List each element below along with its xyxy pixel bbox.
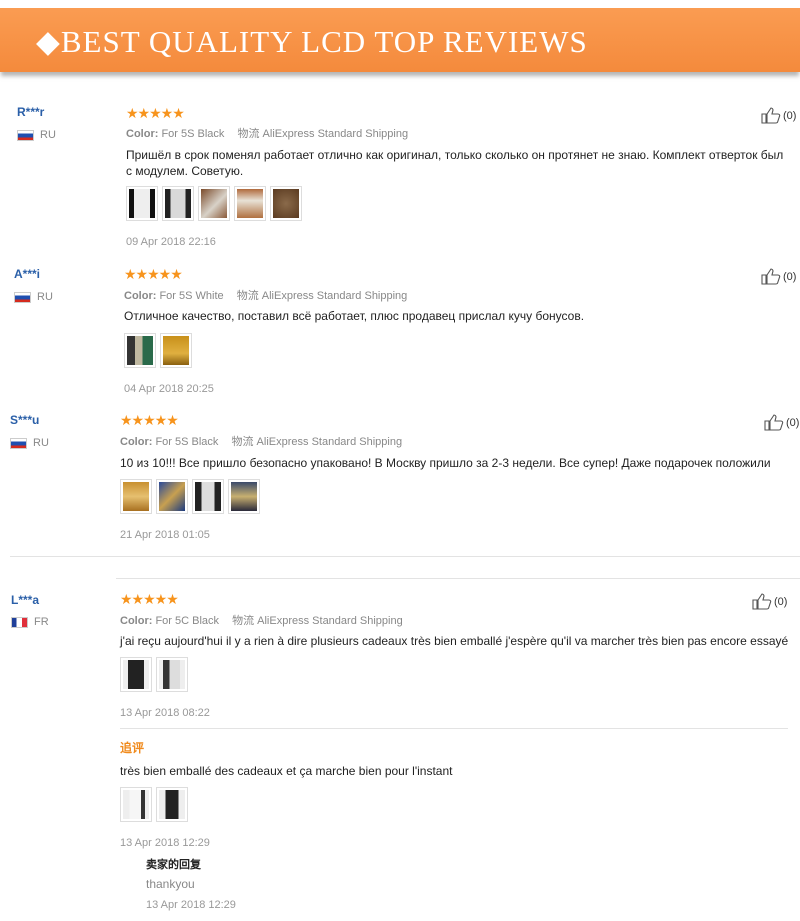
order-info: Color: For 5S Black 物流 AliExpress Standa… bbox=[120, 433, 402, 449]
seller-reply-text: thankyou bbox=[146, 877, 195, 891]
shipping-value: AliExpress Standard Shipping bbox=[261, 290, 408, 302]
russia-flag-icon bbox=[17, 129, 34, 141]
review-date: 21 Apr 2018 01:05 bbox=[120, 529, 210, 541]
review-photos bbox=[120, 657, 188, 692]
country-code: RU bbox=[37, 291, 53, 303]
shipping-label: 物流 bbox=[237, 128, 260, 140]
thumbs-up-icon bbox=[761, 268, 781, 285]
country-code: RU bbox=[40, 129, 56, 141]
reviewer-country: RU bbox=[14, 291, 53, 303]
followup-text: très bien emballé des cadeaux et ça marc… bbox=[120, 764, 453, 778]
star-rating: ★★★★★ bbox=[124, 266, 183, 282]
color-label: Color: bbox=[124, 290, 157, 302]
color-value: For 5S Black bbox=[155, 436, 219, 448]
reviewer-country: RU bbox=[10, 437, 49, 449]
order-info: Color: For 5S White 物流 AliExpress Standa… bbox=[124, 287, 407, 303]
followup-photos bbox=[120, 787, 188, 822]
reviewer-country: RU bbox=[17, 129, 56, 141]
thumbs-up-icon bbox=[764, 414, 784, 431]
reviewer-name: R***r bbox=[17, 105, 45, 119]
like-count: (0) bbox=[786, 416, 800, 429]
russia-flag-icon bbox=[10, 437, 27, 449]
reviewer-name: S***u bbox=[10, 413, 40, 427]
followup-photo[interactable] bbox=[120, 787, 152, 822]
review-photos bbox=[120, 479, 260, 514]
shipping-label: 物流 bbox=[231, 436, 254, 448]
review-photos bbox=[124, 333, 192, 368]
review-photo[interactable] bbox=[192, 479, 224, 514]
followup-photo[interactable] bbox=[156, 787, 188, 822]
review-divider bbox=[10, 556, 800, 557]
like-button[interactable]: (0) bbox=[764, 414, 799, 431]
star-rating: ★★★★★ bbox=[120, 412, 179, 428]
color-value: For 5S Black bbox=[161, 128, 225, 140]
followup-label: 追评 bbox=[120, 741, 145, 755]
reviewer-name: L***a bbox=[11, 593, 40, 607]
followup-date: 13 Apr 2018 12:29 bbox=[120, 837, 210, 849]
seller-reply-label: 卖家的回复 bbox=[146, 859, 201, 871]
like-button[interactable]: (0) bbox=[761, 268, 796, 285]
order-info: Color: For 5C Black 物流 AliExpress Standa… bbox=[120, 612, 403, 628]
review-photo[interactable] bbox=[156, 479, 188, 514]
review-photo[interactable] bbox=[270, 186, 302, 221]
star-rating: ★★★★★ bbox=[126, 105, 185, 121]
country-code: FR bbox=[34, 616, 49, 628]
review-text: 10 из 10!!! Все пришло безопасно упакова… bbox=[120, 456, 771, 470]
review-date: 04 Apr 2018 20:25 bbox=[124, 383, 214, 395]
color-label: Color: bbox=[120, 436, 153, 448]
seller-reply-date: 13 Apr 2018 12:29 bbox=[146, 899, 236, 911]
shipping-label: 物流 bbox=[236, 290, 259, 302]
like-count: (0) bbox=[774, 595, 788, 608]
review-photo[interactable] bbox=[234, 186, 266, 221]
banner: ◆BEST QUALITY LCD TOP REVIEWS bbox=[0, 0, 800, 82]
review-photo[interactable] bbox=[124, 333, 156, 368]
color-value: For 5S White bbox=[159, 290, 224, 302]
banner-bar: ◆BEST QUALITY LCD TOP REVIEWS bbox=[0, 8, 800, 72]
review-photo[interactable] bbox=[126, 186, 158, 221]
color-label: Color: bbox=[120, 615, 153, 627]
shipping-value: AliExpress Standard Shipping bbox=[262, 128, 409, 140]
review-date: 09 Apr 2018 22:16 bbox=[126, 236, 216, 248]
shipping-label: 物流 bbox=[232, 615, 255, 627]
review-divider bbox=[116, 578, 800, 579]
russia-flag-icon bbox=[14, 291, 31, 303]
review-photo[interactable] bbox=[228, 479, 260, 514]
review-text: Пришёл в срок поменял работает отлично к… bbox=[126, 148, 784, 178]
star-rating: ★★★★★ bbox=[120, 591, 179, 607]
color-label: Color: bbox=[126, 128, 159, 140]
like-button[interactable]: (0) bbox=[761, 107, 796, 124]
like-button[interactable]: (0) bbox=[752, 593, 787, 610]
review-text: Отличное качество, поставил всё работает… bbox=[124, 309, 585, 323]
france-flag-icon bbox=[11, 616, 28, 628]
reviewer-country: FR bbox=[11, 616, 49, 628]
banner-title: ◆BEST QUALITY LCD TOP REVIEWS bbox=[36, 24, 588, 59]
review-date: 13 Apr 2018 08:22 bbox=[120, 707, 210, 719]
order-info: Color: For 5S Black 物流 AliExpress Standa… bbox=[126, 125, 408, 141]
review-photo[interactable] bbox=[120, 479, 152, 514]
like-count: (0) bbox=[783, 109, 797, 122]
reviewer-name: A***i bbox=[14, 267, 41, 281]
like-count: (0) bbox=[783, 270, 797, 283]
review-photo[interactable] bbox=[162, 186, 194, 221]
shipping-value: AliExpress Standard Shipping bbox=[257, 615, 403, 627]
country-code: RU bbox=[33, 437, 49, 449]
shipping-value: AliExpress Standard Shipping bbox=[256, 436, 403, 448]
review-photo[interactable] bbox=[160, 333, 192, 368]
review-photo[interactable] bbox=[198, 186, 230, 221]
review-text: j'ai reçu aujourd'hui il y a rien à dire… bbox=[120, 634, 789, 648]
color-value: For 5C Black bbox=[155, 615, 220, 627]
review-photos bbox=[126, 186, 302, 221]
thumbs-up-icon bbox=[752, 593, 772, 610]
review-photo[interactable] bbox=[120, 657, 152, 692]
thumbs-up-icon bbox=[761, 107, 781, 124]
review-photo[interactable] bbox=[156, 657, 188, 692]
followup-divider bbox=[120, 728, 788, 729]
